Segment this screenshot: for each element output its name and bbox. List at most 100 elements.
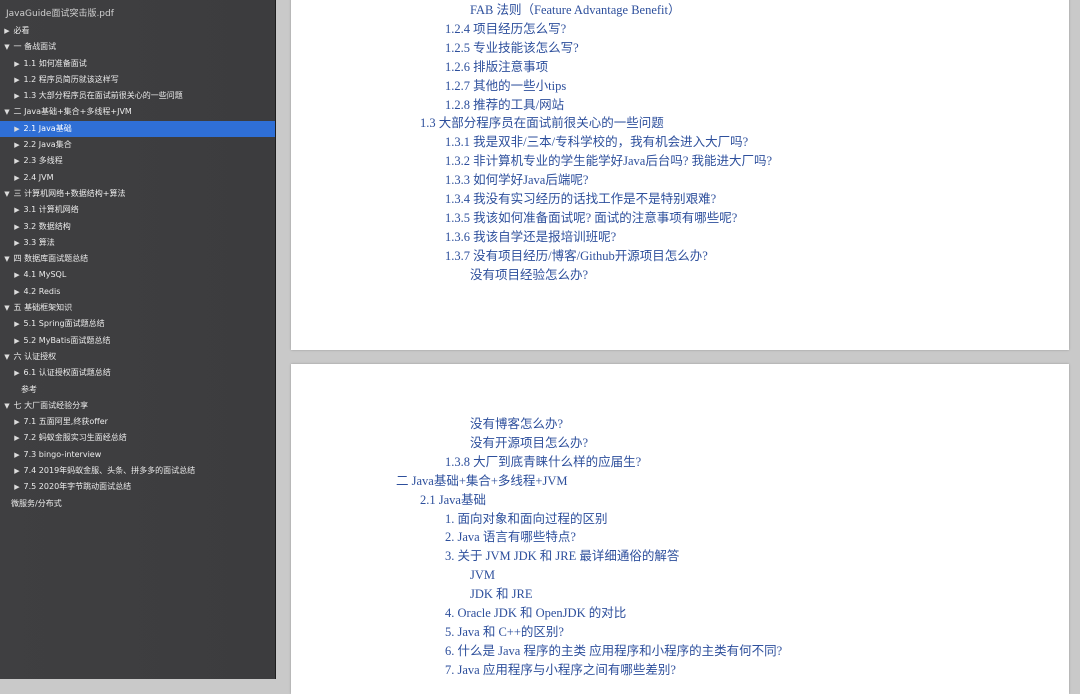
outline-item-label: 7.1 五面阿里,终获offer [21,417,108,427]
toc-link[interactable]: JVM [470,566,495,584]
disclosure-collapsed-icon[interactable]: ▶ [13,72,21,88]
toc-link[interactable]: 1.2.8 推荐的工具/网站 [445,96,564,114]
outline-item[interactable]: ▼ 三 计算机网络+数据结构+算法 [0,186,275,202]
disclosure-collapsed-icon[interactable]: ▶ [13,56,21,72]
toc-link[interactable]: 1.3.6 我该自学还是报培训班呢? [445,228,616,246]
outline-item[interactable]: ▼ 五 基础框架知识 [0,300,275,316]
toc-link[interactable]: 1.3.4 我没有实习经历的话找工作是不是特别艰难? [445,190,716,208]
disclosure-collapsed-icon[interactable]: ▶ [13,202,21,218]
outline-item[interactable]: ▶ 7.1 五面阿里,终获offer [0,414,275,430]
outline-item[interactable]: ▶ 7.5 2020年字节跳动面试总结 [0,479,275,495]
outline-item[interactable]: ▶ 7.3 bingo-interview [0,447,275,463]
toc-link[interactable]: 1. 面向对象和面向过程的区别 [445,510,608,528]
outline-item[interactable]: ▶ 2.4 JVM [0,170,275,186]
toc-link[interactable]: 1.2.5 专业技能该怎么写? [445,39,579,57]
outline-item-label: 7.4 2019年蚂蚁金服、头条、拼多多的面试总结 [21,466,196,476]
outline-item[interactable]: ▶ 5.1 Spring面试题总结 [0,316,275,332]
toc-link[interactable]: 1.3 大部分程序员在面试前很关心的一些问题 [420,114,664,132]
disclosure-collapsed-icon[interactable]: ▶ [13,219,21,235]
disclosure-expanded-icon[interactable]: ▼ [3,39,11,55]
disclosure-expanded-icon[interactable]: ▼ [3,251,11,267]
outline-item[interactable]: ▶ 必看 [0,23,275,39]
outline-item-label: 7.5 2020年字节跳动面试总结 [21,482,132,492]
disclosure-collapsed-icon[interactable]: ▶ [13,463,21,479]
outline-item-label: 1.3 大部分程序员在面试前很关心的一些问题 [21,91,183,101]
toc-link[interactable]: 5. Java 和 C++的区别? [445,623,564,641]
toc-link[interactable]: 2.1 Java基础 [420,491,486,509]
outline-item[interactable]: 参考 [0,382,275,398]
disclosure-expanded-icon[interactable]: ▼ [3,349,11,365]
toc-link[interactable]: 1.2.6 排版注意事项 [445,58,548,76]
disclosure-expanded-icon[interactable]: ▼ [3,186,11,202]
outline-item[interactable]: ▶ 7.2 蚂蚁金服实习生面经总结 [0,430,275,446]
outline-item[interactable]: 微服务/分布式 [0,496,275,512]
outline-item[interactable]: ▶ 1.2 程序员简历就该这样写 [0,72,275,88]
outline-item-label: 四 数据库面试题总结 [11,254,89,264]
outline-item[interactable]: ▶ 2.1 Java基础 [0,120,275,138]
toc-link[interactable]: 1.3.8 大厂到底青睐什么样的应届生? [445,453,641,471]
toc-link[interactable]: 4. Oracle JDK 和 OpenJDK 的对比 [445,604,626,622]
disclosure-collapsed-icon[interactable]: ▶ [13,447,21,463]
outline-item[interactable]: ▼ 一 备战面试 [0,39,275,55]
toc-link[interactable]: 没有开源项目怎么办? [470,434,588,452]
toc-link[interactable]: 2. Java 语言有哪些特点? [445,528,576,546]
toc-link[interactable]: 1.3.3 如何学好Java后端呢? [445,171,588,189]
toc-link[interactable]: 二 Java基础+集合+多线程+JVM [396,472,568,490]
outline-item-label: 一 备战面试 [11,42,57,52]
outline-item-label: 7.2 蚂蚁金服实习生面经总结 [21,433,127,443]
outline-item[interactable]: ▶ 3.3 算法 [0,235,275,251]
outline-item[interactable]: ▶ 5.2 MyBatis面试题总结 [0,333,275,349]
disclosure-collapsed-icon[interactable]: ▶ [13,267,21,283]
disclosure-collapsed-icon[interactable]: ▶ [13,430,21,446]
toc-link[interactable]: 没有项目经验怎么办? [470,266,588,284]
disclosure-collapsed-icon[interactable]: ▶ [13,153,21,169]
outline-item[interactable]: ▶ 1.3 大部分程序员在面试前很关心的一些问题 [0,88,275,104]
disclosure-expanded-icon[interactable]: ▼ [3,300,11,316]
disclosure-collapsed-icon[interactable]: ▶ [13,170,21,186]
outline-item[interactable]: ▶ 3.1 计算机网络 [0,202,275,218]
toc-link[interactable]: 3. 关于 JVM JDK 和 JRE 最详细通俗的解答 [445,547,679,565]
disclosure-collapsed-icon[interactable]: ▶ [13,121,21,137]
toc-link[interactable]: 1.2.7 其他的一些小tips [445,77,566,95]
outline-item[interactable]: ▶ 7.4 2019年蚂蚁金服、头条、拼多多的面试总结 [0,463,275,479]
document-title: JavaGuide面试突击版.pdf [6,9,114,19]
toc-link[interactable]: 1.3.5 我该如何准备面试呢? 面试的注意事项有哪些呢? [445,209,737,227]
outline-item[interactable]: ▶ 4.2 Redis [0,284,275,300]
toc-link[interactable]: 6. 什么是 Java 程序的主类 应用程序和小程序的主类有何不同? [445,642,782,660]
disclosure-expanded-icon[interactable]: ▼ [3,398,11,414]
outline-item-label: 微服务/分布式 [11,498,62,508]
disclosure-collapsed-icon[interactable]: ▶ [13,333,21,349]
toc-link[interactable]: 1.3.7 没有项目经历/博客/Github开源项目怎么办? [445,247,708,265]
outline-item[interactable]: ▶ 2.2 Java集合 [0,137,275,153]
outline-item[interactable]: ▼ 二 Java基础+集合+多线程+JVM [0,104,275,120]
outline-item[interactable]: ▼ 七 大厂面试经验分享 [0,398,275,414]
toc-link[interactable]: 7. Java 应用程序与小程序之间有哪些差别? [445,661,676,679]
outline-item-label: 3.2 数据结构 [21,221,71,231]
disclosure-collapsed-icon[interactable]: ▶ [13,235,21,251]
outline-item-label: 4.2 Redis [21,286,61,296]
outline-item[interactable]: ▶ 3.2 数据结构 [0,219,275,235]
toc-link[interactable]: 1.3.2 非计算机专业的学生能学好Java后台吗? 我能进大厂吗? [445,152,772,170]
disclosure-collapsed-icon[interactable]: ▶ [13,414,21,430]
toc-link[interactable]: JDK 和 JRE [470,585,533,603]
disclosure-collapsed-icon[interactable]: ▶ [13,316,21,332]
disclosure-collapsed-icon[interactable]: ▶ [13,88,21,104]
outline-item[interactable]: ▶ 2.3 多线程 [0,153,275,169]
toc-link[interactable]: 没有博客怎么办? [470,415,563,433]
outline-item-label: 必看 [11,26,30,35]
disclosure-collapsed-icon[interactable]: ▶ [13,137,21,153]
outline-item-label: 1.1 如何准备面试 [21,58,87,68]
disclosure-collapsed-icon[interactable]: ▶ [3,23,11,39]
disclosure-collapsed-icon[interactable]: ▶ [13,365,21,381]
disclosure-collapsed-icon[interactable]: ▶ [13,284,21,300]
outline-item[interactable]: ▼ 六 认证授权 [0,349,275,365]
disclosure-expanded-icon[interactable]: ▼ [3,104,11,120]
outline-item[interactable]: ▶ 6.1 认证授权面试题总结 [0,365,275,381]
toc-link[interactable]: FAB 法则（Feature Advantage Benefit） [470,1,681,19]
toc-link[interactable]: 1.3.1 我是双非/三本/专科学校的，我有机会进入大厂吗? [445,133,748,151]
outline-item[interactable]: ▼ 四 数据库面试题总结 [0,251,275,267]
outline-item[interactable]: ▶ 1.1 如何准备面试 [0,56,275,72]
outline-item[interactable]: ▶ 4.1 MySQL [0,267,275,283]
toc-link[interactable]: 1.2.4 项目经历怎么写? [445,20,566,38]
disclosure-collapsed-icon[interactable]: ▶ [13,479,21,495]
